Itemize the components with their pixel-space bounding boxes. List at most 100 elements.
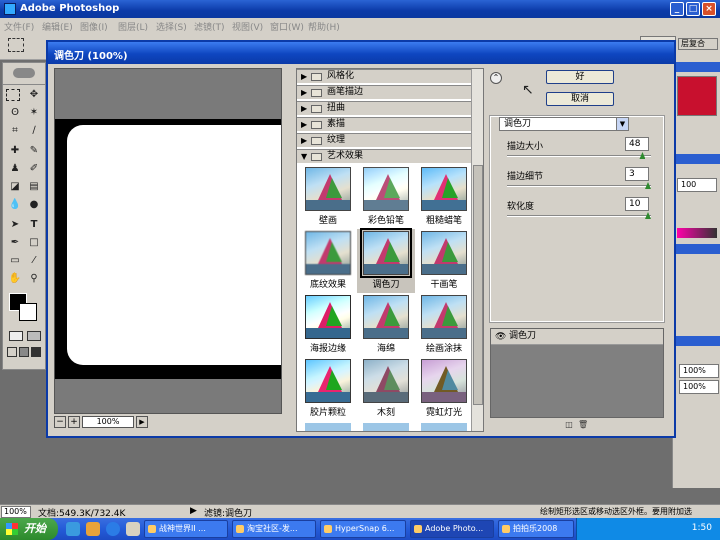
softness-input[interactable]: 10 xyxy=(625,197,649,211)
task-5[interactable]: 拍拍乐2008 xyxy=(498,520,574,538)
filter-thumb-palette-knife[interactable]: 调色刀 xyxy=(357,228,415,293)
cancel-button[interactable]: 取消 xyxy=(546,92,614,106)
category-stylize[interactable]: ▶ 风格化 xyxy=(297,69,471,84)
expand-arrow-icon: ▶ xyxy=(301,72,308,81)
screen-mode-1-icon[interactable] xyxy=(7,347,17,357)
eye-icon[interactable]: 👁 xyxy=(495,330,506,344)
color-ramp[interactable] xyxy=(677,228,717,238)
zoom-tool-icon[interactable]: ⚲ xyxy=(25,271,43,287)
status-zoom[interactable]: 100% xyxy=(1,506,31,518)
standard-mode-icon[interactable] xyxy=(9,331,23,341)
filter-thumb-colored-pencil[interactable]: 彩色铅笔 xyxy=(357,165,415,229)
filter-list-scrollbar[interactable] xyxy=(471,69,483,431)
screen-mode-2-icon[interactable] xyxy=(19,347,29,357)
task-4[interactable]: Adobe Photo... xyxy=(410,520,494,538)
maximize-button[interactable]: □ xyxy=(686,2,700,16)
start-button[interactable]: 开始 xyxy=(0,518,58,540)
filter-select[interactable]: 调色刀 ▼ xyxy=(499,117,629,131)
notes-tool-icon[interactable]: ▭ xyxy=(6,253,24,269)
scroll-thumb[interactable] xyxy=(473,165,483,405)
quicklaunch-desktop-icon[interactable] xyxy=(126,522,140,536)
path-select-icon[interactable]: ➤ xyxy=(6,217,24,233)
quicklaunch-browser-icon[interactable] xyxy=(66,522,80,536)
tab-layer-comps[interactable]: 层复合 xyxy=(678,38,718,50)
filter-thumb-dry-brush[interactable]: 干画笔 xyxy=(415,229,473,293)
category-artistic[interactable]: ▼ 艺术效果 xyxy=(297,149,471,164)
stroke-size-input[interactable]: 48 xyxy=(625,137,649,151)
slider-knob[interactable] xyxy=(639,152,646,159)
screen-mode-3-icon[interactable] xyxy=(31,347,41,357)
task-2[interactable]: 淘宝社区-发... xyxy=(232,520,316,538)
clone-stamp-icon[interactable]: ♟ xyxy=(6,161,24,177)
filter-thumb-neon-glow[interactable]: 霓虹灯光 xyxy=(415,357,473,421)
task-1[interactable]: 战神世界II ... xyxy=(144,520,228,538)
zoom-in-button[interactable]: + xyxy=(68,416,80,428)
effect-layer-row[interactable]: 👁 调色刀 xyxy=(491,329,663,345)
quickmask-mode-icon[interactable] xyxy=(27,331,41,341)
background-color-swatch[interactable] xyxy=(19,303,37,321)
zoom-dropdown-icon[interactable]: ▶ xyxy=(136,416,148,428)
zoom-out-button[interactable]: − xyxy=(54,416,66,428)
ok-button[interactable]: 好 xyxy=(546,70,614,84)
app-icon xyxy=(148,525,156,533)
app-icon xyxy=(414,525,422,533)
new-effect-layer-icon[interactable]: ◫ xyxy=(564,420,574,430)
slice-tool-icon[interactable]: ∕ xyxy=(25,123,43,139)
delete-effect-layer-icon[interactable]: 🗑 xyxy=(578,420,588,430)
fill-field[interactable]: 100% xyxy=(679,380,719,394)
brush-tool-icon[interactable]: ✎ xyxy=(25,143,43,159)
task-3[interactable]: HyperSnap 6... xyxy=(320,520,406,538)
filter-thumb-underpainting[interactable]: 底纹效果 xyxy=(299,229,357,293)
eyedropper-icon[interactable]: ⁄ xyxy=(25,253,43,269)
preview-image xyxy=(67,125,281,365)
filter-thumb-film-grain[interactable]: 胶片颗粒 xyxy=(299,357,357,421)
filter-thumb-poster-edges[interactable]: 海报边缘 xyxy=(299,293,357,357)
preview-zoom-value[interactable]: 100% xyxy=(82,416,134,428)
zoom-field[interactable]: 100 xyxy=(677,178,717,192)
stroke-detail-input[interactable]: 3 xyxy=(625,167,649,181)
filter-thumb-rough-pastels[interactable]: 粗糙蜡笔 xyxy=(415,165,473,229)
status-arrow-icon[interactable]: ▶ xyxy=(190,506,197,516)
marquee-option-icon[interactable] xyxy=(8,38,24,52)
softness-slider[interactable] xyxy=(507,212,651,219)
collapse-gallery-icon[interactable]: ⌃ xyxy=(490,72,502,84)
history-brush-icon[interactable]: ✐ xyxy=(25,161,43,177)
marquee-tool-icon[interactable] xyxy=(6,89,20,101)
category-brush-strokes[interactable]: ▶ 画笔描边 xyxy=(297,85,471,100)
crop-tool-icon[interactable]: ⌗ xyxy=(6,123,24,139)
app-icon xyxy=(502,525,510,533)
filter-thumb-paint-daubs[interactable]: 绘画涂抹 xyxy=(415,293,473,357)
category-distort[interactable]: ▶ 扭曲 xyxy=(297,101,471,116)
filter-thumb-sponge[interactable]: 海绵 xyxy=(357,293,415,357)
dodge-tool-icon[interactable]: ● xyxy=(25,197,43,213)
close-button[interactable]: × xyxy=(702,2,716,16)
shape-tool-icon[interactable]: □ xyxy=(25,235,43,251)
magic-wand-icon[interactable]: ✶ xyxy=(25,105,43,121)
category-texture[interactable]: ▶ 纹理 xyxy=(297,133,471,148)
filter-thumb-cutout[interactable]: 木刻 xyxy=(357,357,415,421)
pen-tool-icon[interactable]: ✒ xyxy=(6,235,24,251)
healing-brush-icon[interactable]: ✚ xyxy=(6,143,24,159)
right-panels: 100 100% 100% xyxy=(672,58,720,488)
quicklaunch-qq-icon[interactable] xyxy=(86,522,100,536)
opacity-field[interactable]: 100% xyxy=(679,364,719,378)
dialog-title: 调色刀 (100%) xyxy=(54,51,128,62)
panel-titlebar-3 xyxy=(673,244,720,254)
category-sketch[interactable]: ▶ 素描 xyxy=(297,117,471,132)
stroke-size-slider[interactable] xyxy=(507,152,651,159)
type-tool-icon[interactable]: T xyxy=(25,217,43,233)
eraser-tool-icon[interactable]: ◪ xyxy=(6,179,24,195)
gradient-tool-icon[interactable]: ▤ xyxy=(25,179,43,195)
minimize-button[interactable]: _ xyxy=(670,2,684,16)
filter-thumb-fresco[interactable]: 壁画 xyxy=(299,165,357,229)
slider-knob[interactable] xyxy=(645,212,651,219)
hand-tool-icon[interactable]: ✋ xyxy=(6,271,24,287)
blur-tool-icon[interactable]: 💧 xyxy=(6,197,24,213)
move-tool-icon[interactable]: ✥ xyxy=(25,87,43,103)
stroke-detail-slider[interactable] xyxy=(507,182,651,189)
preview-canvas[interactable] xyxy=(54,68,282,414)
lasso-tool-icon[interactable]: ʘ xyxy=(6,105,24,121)
slider-knob[interactable] xyxy=(645,182,651,189)
preview-document xyxy=(55,119,281,379)
quicklaunch-ie-icon[interactable] xyxy=(106,522,120,536)
